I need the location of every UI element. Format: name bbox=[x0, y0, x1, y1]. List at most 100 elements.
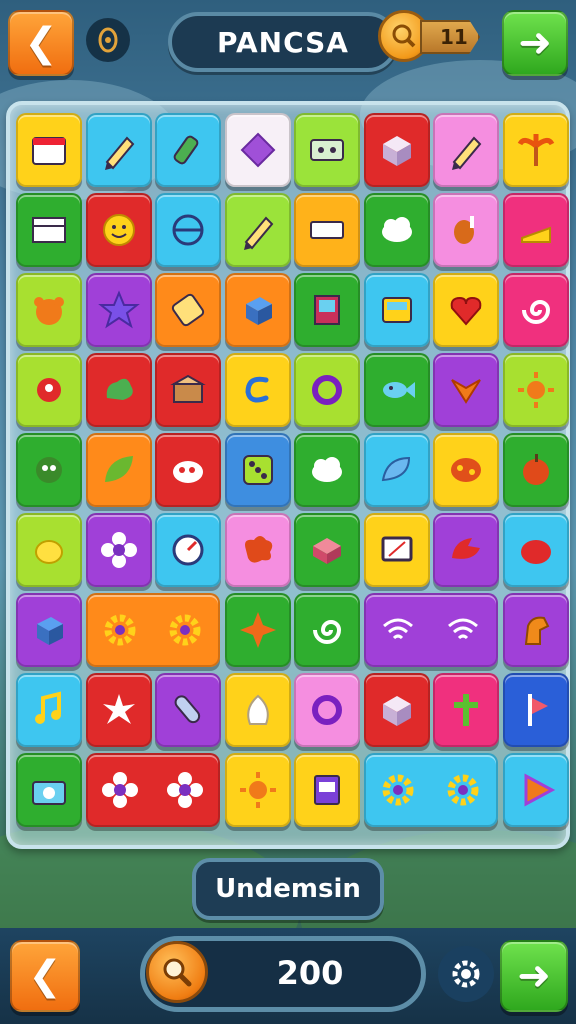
game-tile[interactable] bbox=[294, 273, 360, 347]
game-tile[interactable] bbox=[294, 113, 360, 187]
game-tile[interactable] bbox=[363, 593, 498, 667]
game-tile[interactable] bbox=[224, 513, 291, 587]
game-tile[interactable] bbox=[433, 273, 499, 347]
game-tile[interactable] bbox=[294, 433, 360, 507]
settings-button[interactable] bbox=[438, 946, 494, 1002]
game-tile[interactable] bbox=[433, 113, 499, 187]
footer-next-button[interactable]: ➜ bbox=[500, 940, 568, 1012]
game-tile[interactable] bbox=[502, 753, 569, 827]
gear-icon bbox=[382, 774, 414, 806]
marker-icon bbox=[173, 135, 199, 165]
game-tile[interactable] bbox=[224, 753, 291, 827]
bottom-label[interactable]: Undemsin bbox=[192, 858, 384, 920]
game-tile[interactable] bbox=[294, 673, 360, 747]
footer-back-button[interactable]: ❮ bbox=[10, 940, 80, 1012]
game-tile[interactable] bbox=[224, 193, 291, 267]
game-tile[interactable] bbox=[433, 193, 499, 267]
game-tile[interactable] bbox=[16, 513, 82, 587]
game-tile[interactable] bbox=[363, 433, 430, 507]
game-tile[interactable] bbox=[294, 353, 360, 427]
game-tile[interactable] bbox=[363, 353, 430, 427]
cube-icon bbox=[245, 297, 272, 325]
game-tile[interactable] bbox=[502, 673, 569, 747]
game-tile[interactable] bbox=[224, 593, 291, 667]
game-tile[interactable] bbox=[155, 193, 221, 267]
game-tile[interactable] bbox=[294, 513, 360, 587]
game-tile[interactable] bbox=[85, 193, 152, 267]
game-tile[interactable] bbox=[85, 353, 152, 427]
dial-icon bbox=[172, 534, 204, 566]
calendar-icon bbox=[32, 137, 66, 165]
splat-icon bbox=[244, 536, 272, 563]
tomato-icon bbox=[520, 540, 551, 564]
game-tile[interactable] bbox=[294, 193, 360, 267]
game-tile[interactable] bbox=[363, 513, 430, 587]
tile-board bbox=[6, 101, 570, 849]
game-tile[interactable] bbox=[502, 113, 569, 187]
cube-icon bbox=[37, 617, 63, 645]
game-tile[interactable] bbox=[363, 193, 430, 267]
ring-icon bbox=[312, 375, 342, 405]
game-tile[interactable] bbox=[16, 433, 82, 507]
sun-icon bbox=[517, 372, 554, 408]
game-tile[interactable] bbox=[363, 273, 430, 347]
cross-icon bbox=[454, 694, 478, 726]
game-tile[interactable] bbox=[502, 433, 569, 507]
game-tile[interactable] bbox=[502, 193, 569, 267]
play-icon bbox=[524, 773, 555, 807]
game-tile[interactable] bbox=[16, 753, 82, 827]
game-tile[interactable] bbox=[224, 673, 291, 747]
game-tile[interactable] bbox=[294, 753, 360, 827]
game-tile[interactable] bbox=[363, 673, 430, 747]
ticket-icon bbox=[310, 221, 344, 239]
game-tile[interactable] bbox=[224, 273, 291, 347]
pencil-icon bbox=[452, 136, 482, 170]
game-tile[interactable] bbox=[155, 433, 221, 507]
game-tile[interactable] bbox=[85, 273, 152, 347]
back-button[interactable]: ❮ bbox=[8, 10, 74, 76]
ornament-badge[interactable] bbox=[86, 18, 130, 62]
game-tile[interactable] bbox=[224, 433, 291, 507]
game-tile[interactable] bbox=[433, 513, 499, 587]
game-tile[interactable] bbox=[85, 673, 152, 747]
game-tile[interactable] bbox=[294, 593, 360, 667]
game-tile[interactable] bbox=[433, 673, 499, 747]
search-hint-button[interactable] bbox=[146, 941, 208, 1003]
game-tile[interactable] bbox=[502, 273, 569, 347]
palm-tree-icon bbox=[517, 134, 554, 166]
game-tile[interactable] bbox=[16, 593, 82, 667]
game-tile[interactable] bbox=[155, 673, 221, 747]
game-tile[interactable] bbox=[363, 113, 430, 187]
game-tile[interactable] bbox=[155, 273, 221, 347]
game-tile[interactable] bbox=[16, 673, 82, 747]
game-tile[interactable] bbox=[502, 513, 569, 587]
game-tile[interactable] bbox=[502, 353, 569, 427]
game-tile[interactable] bbox=[85, 113, 152, 187]
cloud-icon bbox=[381, 217, 412, 242]
game-tile[interactable] bbox=[16, 273, 82, 347]
arrow-right-icon: ➜ bbox=[517, 953, 551, 999]
game-tile[interactable] bbox=[155, 353, 221, 427]
game-tile[interactable] bbox=[433, 353, 499, 427]
game-tile[interactable] bbox=[85, 753, 220, 827]
next-button[interactable]: ➜ bbox=[502, 10, 568, 76]
game-tile[interactable] bbox=[85, 593, 220, 667]
game-tile[interactable] bbox=[363, 753, 498, 827]
game-tile[interactable] bbox=[85, 513, 152, 587]
flower-icon bbox=[102, 772, 138, 808]
game-tile[interactable] bbox=[224, 353, 291, 427]
game-tile[interactable] bbox=[433, 433, 499, 507]
game-tile[interactable] bbox=[16, 353, 82, 427]
game-tile[interactable] bbox=[16, 193, 82, 267]
level-title-pill: PANCSA bbox=[168, 12, 398, 72]
notebook-icon bbox=[314, 775, 340, 805]
game-tile[interactable] bbox=[16, 113, 82, 187]
ring-icon bbox=[312, 695, 342, 725]
game-tile[interactable] bbox=[155, 513, 221, 587]
game-tile[interactable] bbox=[502, 593, 569, 667]
radio-icon bbox=[381, 297, 412, 323]
game-tile[interactable] bbox=[85, 433, 152, 507]
game-tile[interactable] bbox=[224, 113, 291, 187]
music-note-icon bbox=[35, 691, 61, 724]
game-tile[interactable] bbox=[155, 113, 221, 187]
